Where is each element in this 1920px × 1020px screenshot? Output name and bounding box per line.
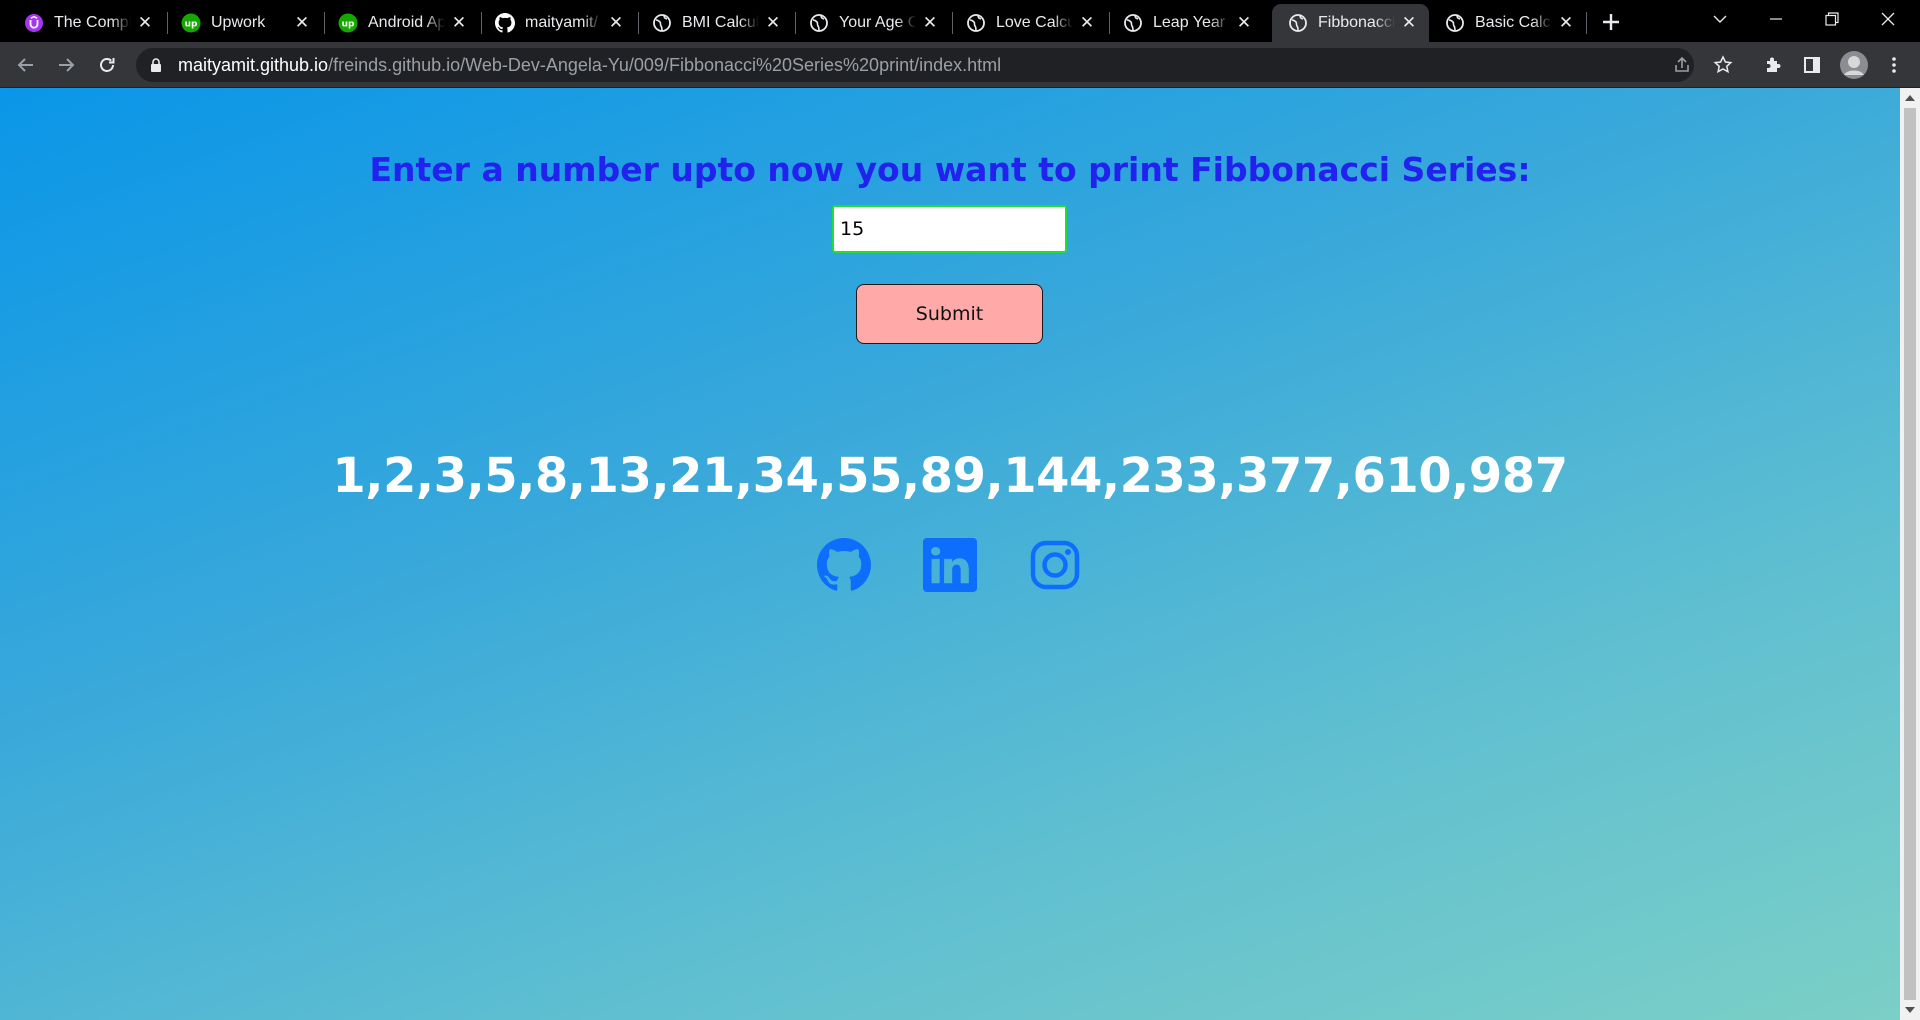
tab-age-calculator[interactable]: Your Age C ✕ [793,4,950,42]
arrow-left-icon [17,58,33,72]
svg-text:up: up [185,20,198,30]
scrollbar-thumb[interactable] [1904,108,1916,1000]
github-icon [495,13,515,33]
tab-github[interactable]: maityamit/ ✕ [479,4,636,42]
page-heading: Enter a number upto now you want to prin… [369,150,1531,189]
close-window-button[interactable] [1860,0,1916,38]
tab-title: maityamit/ [525,14,598,31]
number-input[interactable] [832,205,1067,253]
tab-title: Android Ap [368,14,445,31]
close-icon[interactable]: ✕ [606,13,626,33]
page-viewport: Enter a number upto now you want to prin… [0,88,1900,1020]
tab-title: BMI Calcula [682,14,759,31]
instagram-icon[interactable] [1028,538,1082,592]
extensions-button[interactable] [1759,51,1787,79]
more-vert-icon [1892,57,1896,73]
puzzle-icon [1767,57,1781,72]
udemy-icon [24,13,44,33]
globe-icon [1123,13,1143,33]
tab-android-app[interactable]: up Android Ap ✕ [322,4,479,42]
tab-title: Leap Year C [1153,14,1230,31]
close-icon[interactable]: ✕ [135,13,155,33]
upwork-icon: up [338,13,358,33]
close-icon[interactable]: ✕ [449,13,469,33]
linkedin-icon[interactable] [923,538,977,592]
tab-title: Basic Calcul [1475,14,1552,31]
side-panel-icon [1804,57,1820,73]
chevron-down-icon [1713,15,1727,23]
scroll-down-arrow[interactable] [1905,1007,1915,1013]
tab-strip: The Comple ✕ up Upwork ✕ up Android Ap ✕… [0,0,1920,42]
tab-udemy[interactable]: The Comple ✕ [8,4,165,42]
forward-button[interactable] [52,51,80,79]
new-tab-button[interactable] [1597,8,1625,36]
url-text: maityamit.github.io/freinds.github.io/We… [178,55,1001,76]
close-icon[interactable]: ✕ [763,13,783,33]
tab-basic-calculator[interactable]: Basic Calcul ✕ [1429,4,1586,42]
share-icon [1675,56,1689,72]
close-icon[interactable]: ✕ [1399,13,1419,33]
plus-icon [1603,14,1619,30]
tab-leap-year[interactable]: Leap Year C ✕ [1107,4,1264,42]
close-icon[interactable]: ✕ [1234,13,1254,33]
globe-icon [652,13,672,33]
close-icon [1881,12,1895,26]
tab-bmi-calculator[interactable]: BMI Calcula ✕ [636,4,793,42]
globe-icon [1445,13,1465,33]
globe-icon [1288,13,1308,33]
browser-toolbar: maityamit.github.io/freinds.github.io/We… [0,42,1920,88]
upwork-icon: up [181,13,201,33]
scroll-up-arrow[interactable] [1905,95,1915,101]
vertical-scrollbar[interactable] [1900,88,1920,1020]
reload-button[interactable] [93,51,121,79]
minimize-button[interactable] [1748,0,1804,38]
reload-icon [100,58,115,72]
tab-love-calculator[interactable]: Love Calcul ✕ [950,4,1107,42]
tab-search-button[interactable] [1692,0,1748,38]
minimize-icon [1770,18,1782,20]
tab-title: Upwork [211,14,266,31]
star-icon [1713,55,1733,74]
globe-icon [966,13,986,33]
tab-title: The Comple [54,14,131,31]
tab-title: Fibbonacci [1318,14,1395,31]
svg-text:up: up [342,20,355,30]
github-icon[interactable] [817,538,871,592]
close-icon[interactable]: ✕ [1556,13,1576,33]
fibonacci-result: 1,2,3,5,8,13,21,34,55,89,144,233,377,610… [332,448,1568,504]
tab-upwork[interactable]: up Upwork ✕ [165,4,322,42]
menu-button[interactable] [1880,51,1908,79]
avatar-icon [1840,51,1868,79]
address-bar[interactable]: maityamit.github.io/freinds.github.io/We… [136,48,1694,82]
social-links [0,538,1900,592]
tab-title: Love Calcul [996,14,1073,31]
url-path: /freinds.github.io/Web-Dev-Angela-Yu/009… [328,54,1002,75]
restore-button[interactable] [1804,0,1860,38]
tab-divider [1586,12,1587,34]
close-icon[interactable]: ✕ [292,13,312,33]
bookmark-button[interactable] [1709,51,1737,79]
close-icon[interactable]: ✕ [1077,13,1097,33]
globe-icon [809,13,829,33]
profile-avatar[interactable] [1838,49,1870,81]
url-host: maityamit.github.io [178,54,329,75]
back-button[interactable] [12,51,40,79]
arrow-right-icon [59,58,75,72]
tab-fibbonacci[interactable]: Fibbonacci ✕ [1272,4,1429,42]
side-panel-button[interactable] [1798,51,1826,79]
restore-icon [1825,12,1839,26]
tab-title: Your Age C [839,14,916,31]
lock-icon [151,58,161,72]
submit-button[interactable]: Submit [856,284,1043,344]
close-icon[interactable]: ✕ [920,13,940,33]
